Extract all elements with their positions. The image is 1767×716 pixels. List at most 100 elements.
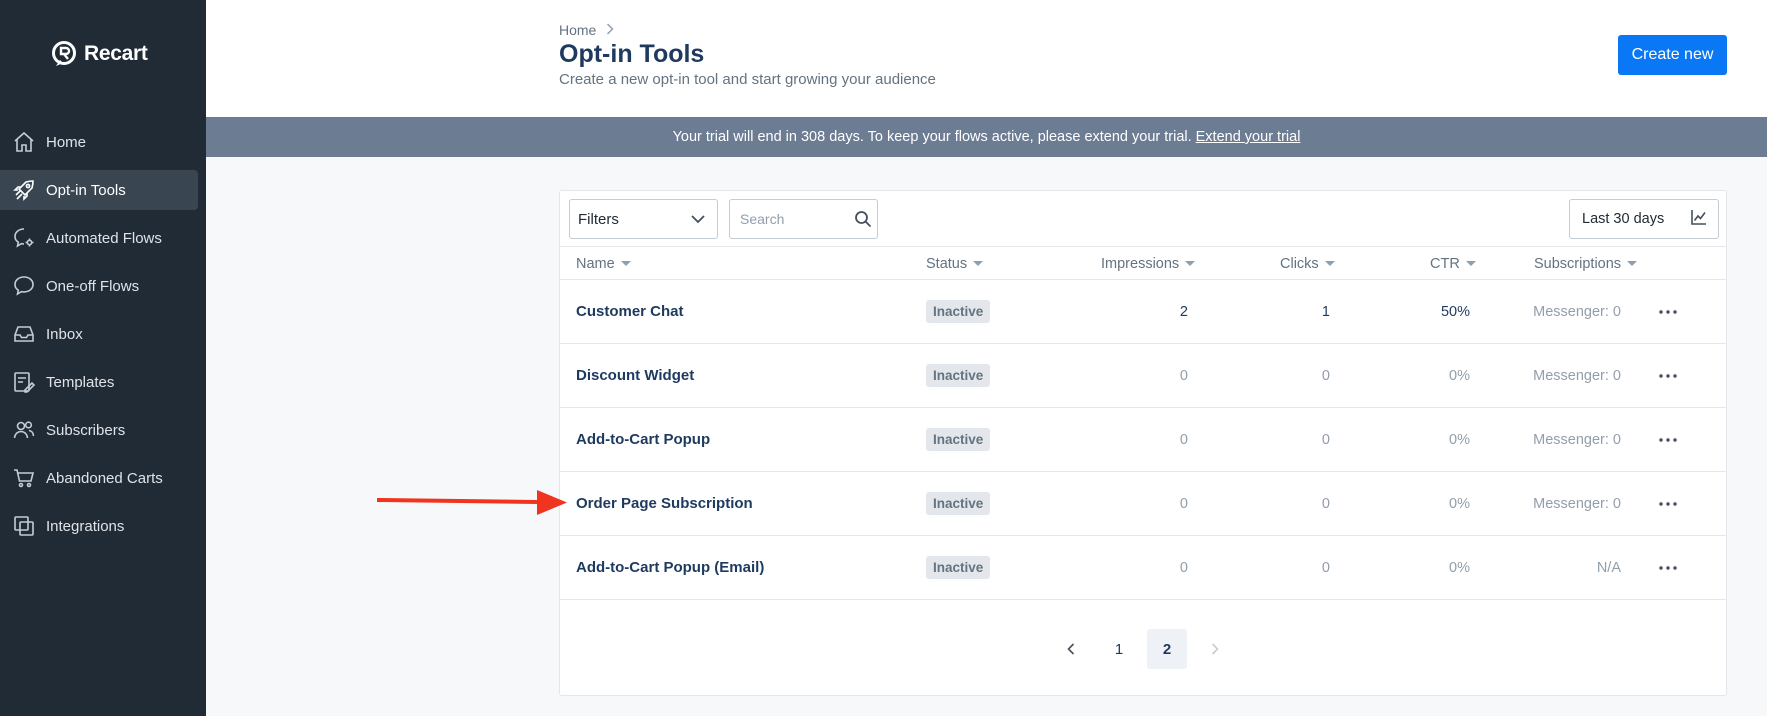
filters-label: Filters [578,210,619,228]
subscriptions-value: Messenger: 0 [1533,431,1621,448]
column-label: Status [926,255,968,272]
table-row[interactable]: Add-to-Cart Popup Inactive 0 0 0% Messen… [560,408,1726,472]
previous-page-button[interactable] [1051,629,1091,669]
status-badge: Inactive [926,472,991,535]
trial-banner: Your trial will end in 308 days. To keep… [206,117,1767,157]
more-options-icon[interactable] [1654,280,1682,343]
status-badge: Inactive [926,408,991,471]
recart-logo-icon [52,41,76,66]
table-row[interactable]: Add-to-Cart Popup (Email) Inactive 0 0 0… [560,536,1726,600]
extend-trial-link[interactable]: Extend your trial [1196,129,1301,145]
subscriptions-value: Messenger: 0 [1533,367,1621,384]
clicks-value: 0 [1321,495,1330,512]
ctr-value: 0% [1449,367,1470,384]
sidebar-item-label: Templates [46,373,115,391]
sidebar-item-inbox[interactable]: Inbox [0,314,198,354]
date-range-picker[interactable]: Last 30 days [1569,199,1719,239]
opt-in-tool-name[interactable]: Add-to-Cart Popup [576,408,710,471]
column-header-clicks[interactable]: Clicks [1280,247,1335,280]
sidebar-item-integrations[interactable]: Integrations [0,506,198,546]
column-header-status[interactable]: Status [926,247,984,280]
opt-in-tool-name[interactable]: Add-to-Cart Popup (Email) [576,536,764,599]
column-header-ctr[interactable]: CTR [1430,247,1476,280]
status-badge: Inactive [926,536,991,599]
ctr-value: 0% [1449,559,1470,576]
more-options-icon[interactable] [1654,536,1682,599]
subscriptions-value: Messenger: 0 [1533,495,1621,512]
sidebar-item-label: One-off Flows [46,277,140,295]
users-icon [12,418,36,442]
sidebar-item-opt-in-tools[interactable]: Opt-in Tools [0,170,198,210]
breadcrumb: Home [559,22,614,38]
impressions-value: 0 [1179,431,1188,448]
clicks-value: 0 [1321,559,1330,576]
impressions-value: 0 [1179,367,1188,384]
more-options-icon[interactable] [1654,344,1682,407]
opt-in-tools-card: Filters Last 30 days Name Status Impress… [559,190,1727,696]
trial-banner-text: Your trial will end in 308 days. To keep… [672,129,1192,145]
chevron-right-icon [606,22,614,38]
table-body: Customer Chat Inactive 2 1 50% Messenger… [560,280,1726,600]
table-header: Name Status Impressions Clicks CTR Subsc… [560,247,1726,280]
sidebar-item-label: Abandoned Carts [46,469,163,487]
sidebar-item-label: Opt-in Tools [46,181,126,199]
sidebar-item-abandoned-carts[interactable]: Abandoned Carts [0,458,198,498]
opt-in-tool-name[interactable]: Customer Chat [576,280,684,343]
table-row[interactable]: Customer Chat Inactive 2 1 50% Messenger… [560,280,1726,344]
impressions-value: 2 [1179,303,1188,320]
clicks-value: 0 [1321,367,1330,384]
sidebar-item-automated-flows[interactable]: Automated Flows [0,218,198,258]
table-toolbar: Filters Last 30 days [560,191,1726,247]
sidebar-item-label: Integrations [46,517,125,535]
page-header: Home Opt-in Tools Create a new opt-in to… [206,0,1767,117]
column-header-impressions[interactable]: Impressions [1101,247,1196,280]
annotation-arrow-icon [377,490,567,515]
chevron-right-icon [1211,643,1219,655]
impressions-value: 0 [1179,559,1188,576]
subscriptions-value: Messenger: 0 [1533,303,1621,320]
cart-icon [12,466,36,490]
table-row[interactable]: Discount Widget Inactive 0 0 0% Messenge… [560,344,1726,408]
opt-in-tool-name[interactable]: Discount Widget [576,344,694,407]
subscriptions-value: N/A [1596,559,1621,576]
status-badge-label: Inactive [926,364,991,387]
sort-caret-icon [973,261,984,266]
sidebar-item-subscribers[interactable]: Subscribers [0,410,198,450]
sidebar-item-templates[interactable]: Templates [0,362,198,402]
page-subtitle: Create a new opt-in tool and start growi… [559,71,936,88]
page-button-1[interactable]: 1 [1099,629,1139,669]
more-options-icon[interactable] [1654,408,1682,471]
status-badge: Inactive [926,344,991,407]
search-icon[interactable] [854,210,872,228]
filters-dropdown[interactable]: Filters [569,199,718,239]
page-button-2[interactable]: 2 [1147,629,1187,669]
clicks-value: 1 [1321,303,1330,320]
chevron-down-icon [691,211,705,228]
table-row[interactable]: Order Page Subscription Inactive 0 0 0% … [560,472,1726,536]
next-page-button[interactable] [1195,629,1235,669]
rocket-icon [12,178,36,202]
status-badge-label: Inactive [926,556,991,579]
sort-caret-icon [1465,261,1476,266]
chat-gear-icon [12,226,36,250]
recart-logo[interactable]: Recart [50,40,148,68]
column-label: Clicks [1280,255,1319,272]
home-icon [12,130,36,154]
sort-caret-icon [620,261,631,266]
more-options-icon[interactable] [1654,472,1682,535]
column-header-subscriptions[interactable]: Subscriptions [1534,247,1638,280]
status-badge-label: Inactive [926,492,991,515]
search-input[interactable] [740,201,850,237]
column-header-name[interactable]: Name [576,247,631,280]
sort-caret-icon [1185,261,1196,266]
create-new-button[interactable]: Create new [1618,35,1727,75]
sidebar-item-label: Automated Flows [46,229,162,247]
opt-in-tool-name[interactable]: Order Page Subscription [576,472,753,535]
page-title: Opt-in Tools [559,40,705,68]
sidebar-item-one-off-flows[interactable]: One-off Flows [0,266,198,306]
ctr-value: 50% [1440,303,1470,320]
breadcrumb-home-link[interactable]: Home [559,22,596,38]
sidebar-item-home[interactable]: Home [0,122,198,162]
sort-caret-icon [1627,261,1638,266]
date-range-label: Last 30 days [1582,211,1665,227]
